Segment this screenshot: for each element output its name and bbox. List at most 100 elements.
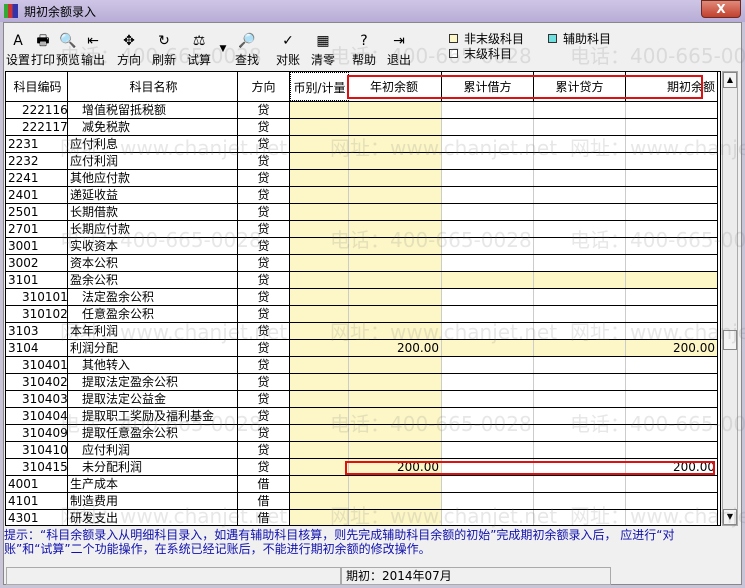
currency-cell[interactable] bbox=[290, 442, 349, 458]
credit-cell[interactable] bbox=[534, 102, 626, 118]
credit-cell[interactable] bbox=[534, 204, 626, 220]
opening-period-cell[interactable] bbox=[626, 102, 718, 118]
table-row[interactable]: 310403 提取法定公益金贷 bbox=[6, 391, 718, 408]
close-button[interactable]: X bbox=[701, 0, 741, 18]
column-header[interactable]: 科目名称 bbox=[68, 72, 238, 101]
debit-cell[interactable] bbox=[442, 340, 534, 356]
table-row[interactable]: 310401 其他转入贷 bbox=[6, 357, 718, 374]
credit-cell[interactable] bbox=[534, 493, 626, 509]
credit-cell[interactable] bbox=[534, 289, 626, 305]
opening-year-cell[interactable] bbox=[349, 306, 442, 322]
currency-cell[interactable] bbox=[290, 323, 349, 339]
opening-year-cell[interactable] bbox=[349, 289, 442, 305]
opening-year-cell[interactable] bbox=[349, 323, 442, 339]
debit-cell[interactable] bbox=[442, 289, 534, 305]
table-row[interactable]: 4001 生产成本借 bbox=[6, 476, 718, 493]
debit-cell[interactable] bbox=[442, 323, 534, 339]
credit-cell[interactable] bbox=[534, 323, 626, 339]
currency-cell[interactable] bbox=[290, 306, 349, 322]
credit-cell[interactable] bbox=[534, 357, 626, 373]
credit-cell[interactable] bbox=[534, 374, 626, 390]
column-header[interactable]: 币别/计量 bbox=[290, 72, 349, 101]
currency-cell[interactable] bbox=[290, 204, 349, 220]
opening-year-cell[interactable] bbox=[349, 170, 442, 186]
opening-period-cell[interactable] bbox=[626, 187, 718, 203]
toolbar-exit-button[interactable]: ⇥ 退出 bbox=[382, 29, 416, 69]
opening-year-cell[interactable] bbox=[349, 272, 442, 288]
currency-cell[interactable] bbox=[290, 119, 349, 135]
opening-period-cell[interactable] bbox=[626, 306, 718, 322]
currency-cell[interactable] bbox=[290, 136, 349, 152]
currency-cell[interactable] bbox=[290, 493, 349, 509]
opening-year-cell[interactable] bbox=[349, 136, 442, 152]
opening-year-cell[interactable] bbox=[349, 510, 442, 525]
credit-cell[interactable] bbox=[534, 255, 626, 271]
debit-cell[interactable] bbox=[442, 119, 534, 135]
balance-grid[interactable]: 科目编码 科目名称 方向 币别/计量 年初余额 累计借方 累计贷方 期初余额 222116 增值税… bbox=[5, 71, 721, 526]
opening-year-cell[interactable] bbox=[349, 238, 442, 254]
debit-cell[interactable] bbox=[442, 187, 534, 203]
currency-cell[interactable] bbox=[290, 374, 349, 390]
table-row[interactable]: 3104 利润分配贷 200.00 200.00 bbox=[6, 340, 718, 357]
currency-cell[interactable] bbox=[290, 408, 349, 424]
scroll-thumb[interactable] bbox=[723, 330, 737, 350]
opening-period-cell[interactable] bbox=[626, 374, 718, 390]
table-row[interactable]: 222117 减免税款贷 bbox=[6, 119, 718, 136]
debit-cell[interactable] bbox=[442, 136, 534, 152]
scroll-up-icon[interactable]: ▲ bbox=[723, 72, 737, 88]
debit-cell[interactable] bbox=[442, 255, 534, 271]
toolbar-balance-button[interactable]: ⚖ 试算 bbox=[182, 29, 216, 69]
table-row[interactable]: 4101 制造费用借 bbox=[6, 493, 718, 510]
opening-year-cell[interactable] bbox=[349, 187, 442, 203]
credit-cell[interactable] bbox=[534, 340, 626, 356]
table-row[interactable]: 310409 提取任意盈余公积贷 bbox=[6, 425, 718, 442]
credit-cell[interactable] bbox=[534, 187, 626, 203]
credit-cell[interactable] bbox=[534, 272, 626, 288]
currency-cell[interactable] bbox=[290, 102, 349, 118]
table-row[interactable]: 310410 应付利润贷 bbox=[6, 442, 718, 459]
opening-period-cell[interactable] bbox=[626, 272, 718, 288]
column-header[interactable]: 方向 bbox=[238, 72, 290, 101]
table-row[interactable]: 3103 本年利润贷 bbox=[6, 323, 718, 340]
debit-cell[interactable] bbox=[442, 442, 534, 458]
opening-period-cell[interactable] bbox=[626, 153, 718, 169]
table-row[interactable]: 310102 任意盈余公积贷 bbox=[6, 306, 718, 323]
debit-cell[interactable] bbox=[442, 408, 534, 424]
table-row[interactable]: 3101 盈余公积贷 bbox=[6, 272, 718, 289]
opening-period-cell[interactable] bbox=[626, 119, 718, 135]
opening-year-cell[interactable] bbox=[349, 255, 442, 271]
credit-cell[interactable] bbox=[534, 170, 626, 186]
toolbar-clear-button[interactable]: ▦ 清零 bbox=[306, 29, 340, 69]
opening-year-cell[interactable] bbox=[349, 374, 442, 390]
currency-cell[interactable] bbox=[290, 340, 349, 356]
currency-cell[interactable] bbox=[290, 187, 349, 203]
opening-year-cell[interactable] bbox=[349, 102, 442, 118]
trial-dropdown-button[interactable]: ▼ bbox=[217, 29, 229, 69]
table-row[interactable]: 310404 提取职工奖励及福利基金贷 bbox=[6, 408, 718, 425]
table-row[interactable]: 3002 资本公积贷 bbox=[6, 255, 718, 272]
currency-cell[interactable] bbox=[290, 221, 349, 237]
column-header[interactable]: 科目编码 bbox=[6, 72, 68, 101]
credit-cell[interactable] bbox=[534, 408, 626, 424]
vertical-scrollbar[interactable]: ▲ ▼ bbox=[722, 71, 738, 526]
opening-period-cell[interactable] bbox=[626, 323, 718, 339]
toolbar-reconcile-button[interactable]: ✓ 对账 bbox=[271, 29, 305, 69]
debit-cell[interactable] bbox=[442, 221, 534, 237]
opening-period-cell[interactable] bbox=[626, 510, 718, 525]
opening-period-cell[interactable] bbox=[626, 442, 718, 458]
debit-cell[interactable] bbox=[442, 510, 534, 525]
table-row[interactable]: 310101 法定盈余公积贷 bbox=[6, 289, 718, 306]
opening-period-cell[interactable] bbox=[626, 391, 718, 407]
credit-cell[interactable] bbox=[534, 442, 626, 458]
table-row[interactable]: 2231 应付利息贷 bbox=[6, 136, 718, 153]
debit-cell[interactable] bbox=[442, 391, 534, 407]
toolbar-direction-button[interactable]: ✥ 方向 bbox=[112, 29, 146, 69]
currency-cell[interactable] bbox=[290, 153, 349, 169]
debit-cell[interactable] bbox=[442, 374, 534, 390]
currency-cell[interactable] bbox=[290, 425, 349, 441]
toolbar-refresh-button[interactable]: ↻ 刷新 bbox=[147, 29, 181, 69]
table-row[interactable]: 2401 递延收益贷 bbox=[6, 187, 718, 204]
opening-year-cell[interactable] bbox=[349, 357, 442, 373]
opening-period-cell[interactable] bbox=[626, 204, 718, 220]
toolbar-settings-button[interactable]: A 设置 bbox=[6, 29, 30, 69]
